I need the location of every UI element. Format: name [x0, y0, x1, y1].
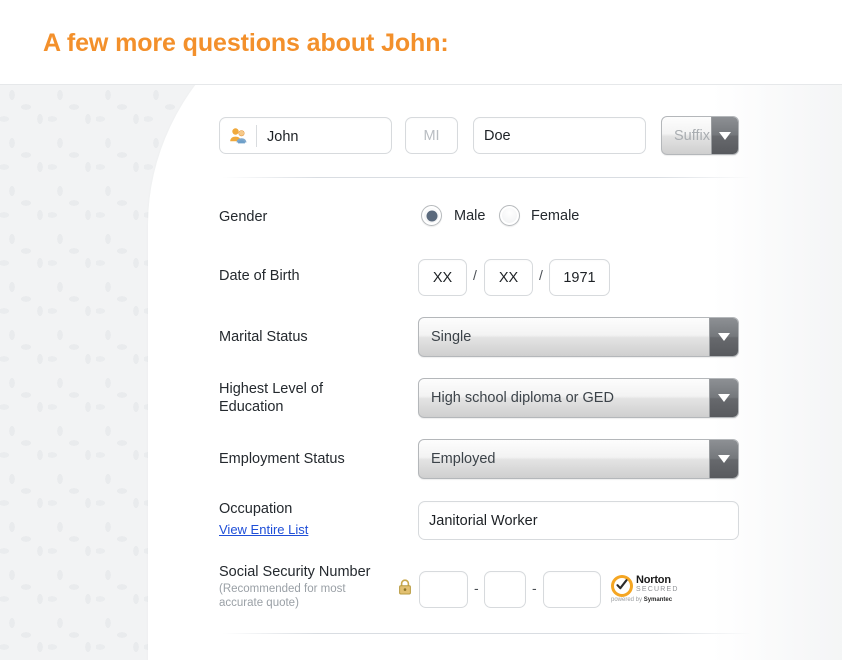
questions-form: Suffix Gender Male Female Date of Birth …	[0, 85, 842, 660]
education-select-arrow[interactable]	[709, 379, 738, 417]
norton-status: SECURED	[636, 586, 679, 593]
view-entire-list-link[interactable]: View Entire List	[219, 522, 308, 538]
suffix-select-value: Suffix	[674, 128, 710, 144]
education-label-line1: Highest Level of	[219, 380, 323, 398]
norton-secured-badge: Norton SECURED powered by Symantec	[611, 572, 677, 606]
first-name-input[interactable]	[265, 119, 394, 154]
form-body: Suffix Gender Male Female Date of Birth …	[0, 85, 842, 660]
dob-day-input[interactable]	[484, 259, 533, 296]
marital-status-label: Marital Status	[219, 328, 308, 346]
ssn-part3-input[interactable]	[543, 571, 601, 608]
first-name-divider	[256, 125, 257, 147]
chevron-down-icon	[718, 394, 730, 402]
ssn-separator-1: -	[474, 580, 479, 596]
employment-status-value: Employed	[431, 451, 495, 467]
ssn-part2-input[interactable]	[484, 571, 526, 608]
suffix-select-arrow[interactable]	[711, 117, 738, 154]
radio-selected-dot	[426, 210, 437, 221]
education-label-line2: Education	[219, 398, 284, 416]
page-title: A few more questions about John:	[43, 29, 449, 58]
chevron-down-icon	[718, 455, 730, 463]
gender-label: Gender	[219, 208, 267, 226]
first-name-field-wrapper[interactable]	[219, 117, 392, 154]
employment-status-select-arrow[interactable]	[709, 440, 738, 478]
dob-month-input[interactable]	[418, 259, 467, 296]
education-value: High school diploma or GED	[431, 390, 614, 406]
gender-radio-male[interactable]	[421, 205, 442, 226]
norton-powered-prefix: powered by	[611, 597, 644, 603]
marital-status-select-arrow[interactable]	[709, 318, 738, 356]
ssn-sub-line1: (Recommended for most	[219, 582, 346, 596]
norton-powered-brand: Symantec	[644, 597, 672, 603]
chevron-down-icon	[718, 333, 730, 341]
gender-label-female: Female	[531, 208, 579, 224]
section-divider-top	[222, 177, 752, 178]
dob-separator-1: /	[473, 267, 477, 283]
gender-label-male: Male	[454, 208, 485, 224]
page-header: A few more questions about John:	[0, 0, 842, 85]
dob-label: Date of Birth	[219, 267, 300, 285]
dob-separator-2: /	[539, 267, 543, 283]
employment-status-select[interactable]: Employed	[418, 439, 739, 479]
ssn-sub-line2: accurate quote)	[219, 596, 299, 610]
form-page: A few more questions about John:	[0, 0, 842, 660]
education-select[interactable]: High school diploma or GED	[418, 378, 739, 418]
marital-status-select[interactable]: Single	[418, 317, 739, 357]
people-icon	[229, 127, 249, 145]
dob-year-input[interactable]	[549, 259, 610, 296]
suffix-select[interactable]: Suffix	[661, 116, 739, 155]
middle-initial-input[interactable]	[405, 117, 458, 154]
ssn-part1-input[interactable]	[419, 571, 468, 608]
chevron-down-icon	[719, 132, 731, 140]
norton-powered-by: powered by Symantec	[611, 597, 672, 603]
occupation-input[interactable]	[418, 501, 739, 540]
last-name-input[interactable]	[473, 117, 646, 154]
ssn-separator-2: -	[532, 580, 537, 596]
occupation-label: Occupation	[219, 500, 292, 518]
gender-radio-female[interactable]	[499, 205, 520, 226]
norton-name: Norton	[636, 574, 671, 586]
marital-status-value: Single	[431, 329, 471, 345]
lock-icon	[398, 579, 412, 595]
employment-status-label: Employment Status	[219, 450, 345, 468]
checkmark-icon	[616, 578, 628, 590]
section-divider-bottom	[222, 633, 752, 634]
ssn-label: Social Security Number	[219, 563, 371, 581]
